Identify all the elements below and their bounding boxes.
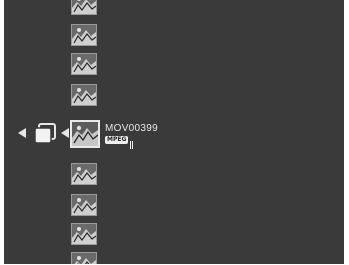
thumbnail-item[interactable]: [71, 0, 97, 15]
file-name-label: MOV00399: [105, 123, 158, 134]
format-row: MPEG: [105, 136, 134, 149]
thumbnail-item[interactable]: [71, 84, 97, 106]
thumbnail-item[interactable]: [71, 194, 97, 216]
folder-stack-icon[interactable]: [33, 123, 57, 145]
thumbnail-item[interactable]: [71, 53, 97, 75]
thumbnail-item[interactable]: [71, 163, 97, 185]
thumbnail-browser-screen: MOV00399 MPEG: [4, 0, 344, 264]
mpeg-format-badge: MPEG: [105, 136, 129, 144]
thumbnail-item[interactable]: [71, 252, 97, 264]
selected-thumbnail[interactable]: [70, 120, 100, 148]
thumbnail-item[interactable]: [71, 24, 97, 46]
quality-bars-icon: [129, 136, 134, 154]
left-arrow-icon[interactable]: [18, 128, 26, 138]
thumbnail-item[interactable]: [71, 223, 97, 245]
selection-pointer-icon: [61, 128, 69, 138]
